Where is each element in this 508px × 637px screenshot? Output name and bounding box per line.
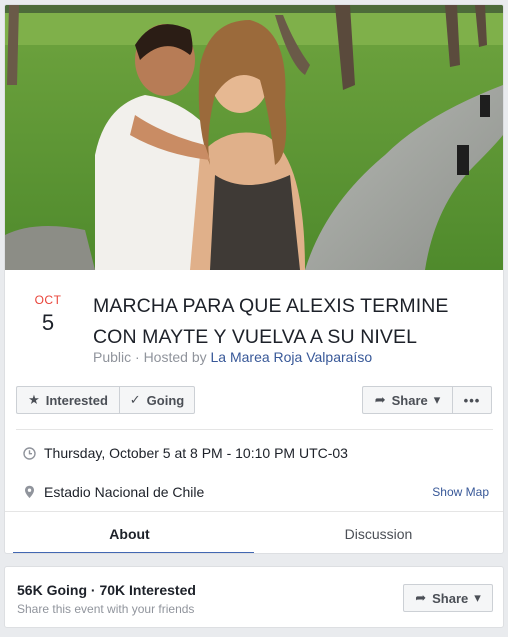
event-date: OCT 5	[23, 293, 73, 337]
interested-button[interactable]: ★ Interested	[16, 386, 119, 414]
going-label: Going	[146, 392, 185, 408]
caret-down-icon: ▾	[474, 590, 481, 605]
share-button[interactable]: ➦ Share ▾	[362, 386, 452, 414]
checkmark-icon: ✓	[129, 392, 141, 407]
event-month: OCT	[34, 293, 62, 307]
event-tabs: About Discussion	[5, 511, 503, 553]
event-datetime: Thursday, October 5 at 8 PM - 10:10 PM U…	[44, 445, 348, 461]
divider	[16, 429, 493, 430]
show-map-link[interactable]: Show Map	[432, 485, 489, 499]
share-label: Share	[391, 392, 428, 408]
summary-share-button[interactable]: ➦ Share ▾	[403, 584, 493, 612]
interested-label: Interested	[45, 392, 108, 408]
event-title: MARCHA PARA QUE ALEXIS TERMINE CON MAYTE…	[93, 295, 449, 348]
share-arrow-icon: ➦	[374, 392, 386, 407]
event-card: OCT 5 MARCHA PARA QUE ALEXIS TERMINE CON…	[4, 4, 504, 554]
map-pin-icon	[16, 485, 42, 499]
share-arrow-icon: ➦	[415, 590, 427, 605]
going-button[interactable]: ✓ Going	[119, 386, 195, 414]
event-location: Estadio Nacional de Chile	[44, 484, 205, 500]
event-summary-card: 56K Going · 70K Interested Share this ev…	[4, 566, 504, 628]
event-day: 5	[41, 310, 55, 335]
event-host-line: Public · Hosted by La Marea Roja Valpara…	[93, 348, 372, 366]
more-options-button[interactable]: •••	[452, 386, 492, 414]
clock-icon	[16, 446, 42, 460]
event-cover-photo[interactable]	[5, 5, 503, 270]
event-datetime-row[interactable]: Thursday, October 5 at 8 PM - 10:10 PM U…	[16, 438, 493, 468]
caret-down-icon: ▾	[433, 392, 441, 407]
event-host-link[interactable]: La Marea Roja Valparaíso	[211, 349, 373, 365]
attendance-stats[interactable]: 56K Going · 70K Interested	[17, 582, 196, 598]
tab-about[interactable]: About	[5, 512, 254, 553]
tab-discussion[interactable]: Discussion	[254, 512, 503, 553]
event-location-row[interactable]: Estadio Nacional de Chile Show Map	[16, 477, 493, 507]
share-prompt: Share this event with your friends	[17, 602, 195, 616]
event-visibility: Public · Hosted by	[93, 349, 207, 365]
summary-share-label: Share	[432, 590, 469, 606]
cover-photo-image	[5, 5, 503, 270]
star-icon: ★	[28, 392, 40, 407]
